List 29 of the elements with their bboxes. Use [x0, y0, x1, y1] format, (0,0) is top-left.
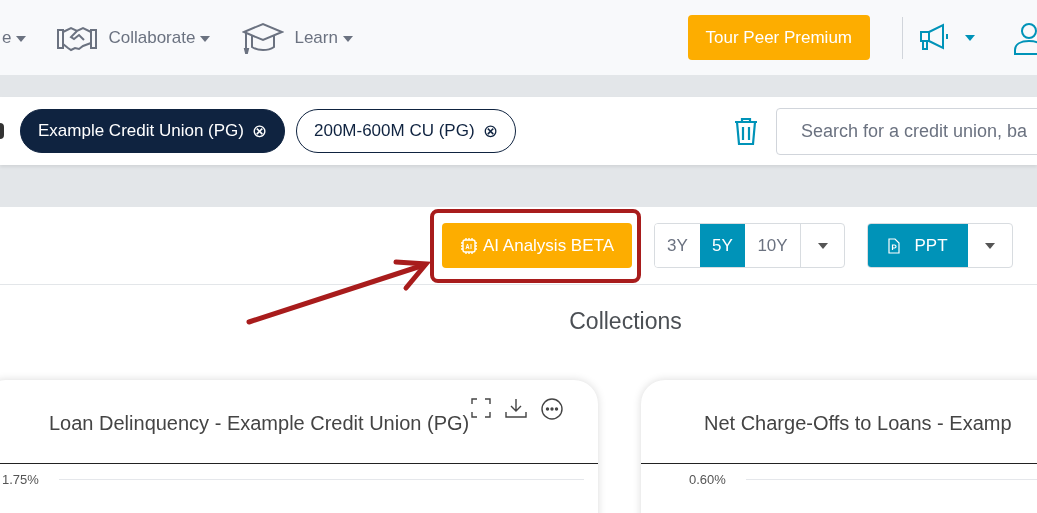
filter-chip[interactable]: Example Credit Union (PG) ⊗ [20, 109, 285, 153]
trash-icon[interactable] [734, 117, 758, 145]
nav-menu-item[interactable]: e [2, 24, 27, 51]
ppt-export-button[interactable]: PPT [868, 224, 968, 267]
caret-icon [16, 35, 27, 42]
caret-icon[interactable] [965, 34, 975, 41]
period-tab[interactable]: 5Y [700, 224, 745, 267]
remove-icon[interactable]: ⊗ [251, 117, 267, 145]
more-options-icon[interactable] [541, 398, 564, 420]
caret-icon [985, 242, 995, 249]
caret-icon [817, 242, 828, 249]
caret-icon [342, 35, 353, 42]
nav-menu-item[interactable]: Collaborate [56, 23, 211, 52]
user-icon[interactable] [1013, 20, 1037, 55]
nav-menu-item[interactable]: Learn [242, 21, 353, 54]
chart-title: Net Charge-Offs to Loans - Examp [704, 411, 1012, 436]
section-title: Collections [569, 306, 682, 336]
caret-icon [200, 35, 211, 42]
search-field[interactable]: Search for a credit union, ba [776, 107, 1037, 155]
chip-icon [460, 236, 478, 255]
filter-chip[interactable]: 200M-600M CU (PG) ⊗ [295, 109, 516, 153]
chart-title: Loan Delinquency - Example Credit Union (PG) [49, 411, 470, 436]
file-icon [888, 237, 901, 254]
fullscreen-icon[interactable] [471, 398, 492, 418]
y-axis-label: 0.60% [689, 471, 726, 489]
download-icon[interactable] [505, 398, 528, 420]
y-axis-label: 1.75% [2, 471, 39, 489]
remove-icon[interactable]: ⊗ [482, 117, 498, 145]
graduation-cap-icon [242, 21, 285, 54]
